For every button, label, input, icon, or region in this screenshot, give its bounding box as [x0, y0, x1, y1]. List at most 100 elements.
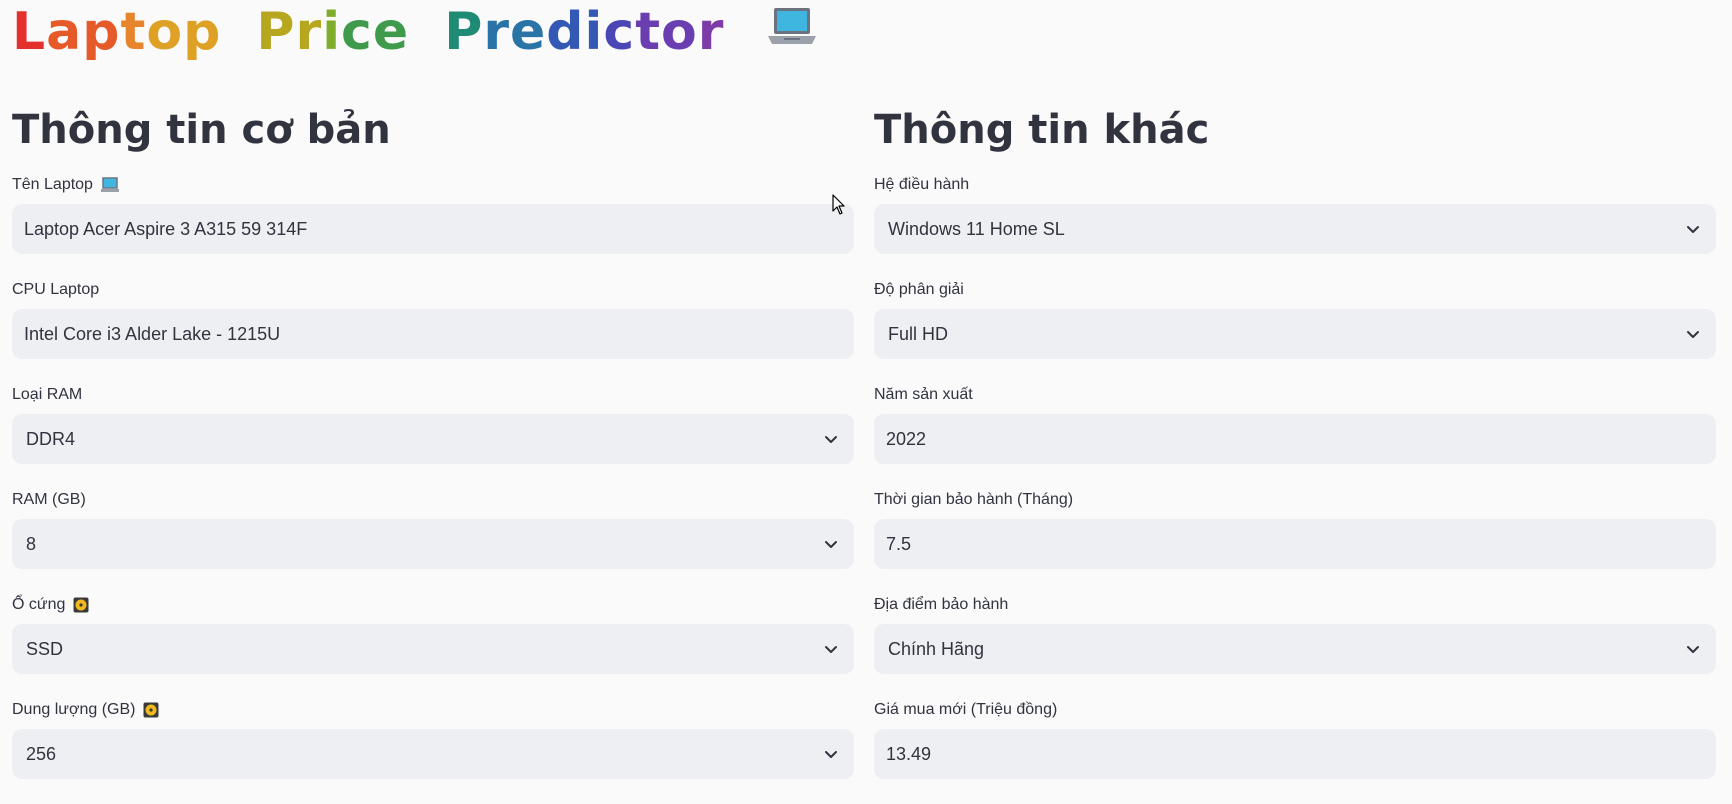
page-title: Laptop Price Predictor: [12, 2, 818, 65]
input-value: 2022: [886, 428, 927, 449]
title-char: e: [372, 2, 410, 62]
field-label-text: Thời gian bảo hành (Tháng): [874, 491, 1074, 508]
input-value: 7.5: [886, 533, 912, 554]
title-letter: Price: [256, 2, 409, 62]
other-info-heading: Thông tin khác: [874, 107, 1210, 153]
field-label-text: Giá mua mới (Triệu đồng): [874, 701, 1058, 718]
title-char: t: [635, 2, 662, 62]
title-char: o: [146, 2, 184, 62]
title-char: c: [341, 2, 373, 62]
select-value: 256: [26, 743, 57, 764]
field-label-text: Địa điểm bảo hành: [874, 596, 1009, 613]
title-char: L: [12, 2, 47, 62]
select-value: SSD: [26, 638, 64, 659]
disk-emoji-icon: [73, 597, 89, 613]
warranty-location-field: Địa điểm bảo hành Chính Hãng: [874, 594, 1716, 699]
mouse-cursor-icon: [832, 194, 846, 221]
title-char: r: [483, 2, 511, 62]
field-label-text: RAM (GB): [12, 491, 86, 508]
laptop-emoji-icon: [100, 177, 119, 193]
title-char: P: [444, 2, 484, 62]
title-char: a: [46, 2, 83, 62]
field-label: Ổ cứng: [12, 594, 854, 616]
warranty-months-input[interactable]: 7.5: [874, 519, 1716, 569]
cpu-field: CPU Laptop Intel Core i3 Alder Lake - 12…: [12, 279, 854, 384]
manufacture-year-input[interactable]: 2022: [874, 414, 1716, 464]
field-label: Loại RAM: [12, 384, 854, 406]
laptop-name-field: Tên Laptop Laptop Acer Aspire 3 A315 59 …: [12, 174, 854, 279]
field-label-text: Dung lượng (GB): [12, 701, 136, 718]
title-char: i: [584, 2, 604, 62]
storage-type-select[interactable]: SSD: [12, 624, 854, 674]
ram-type-select[interactable]: DDR4: [12, 414, 854, 464]
field-label: RAM (GB): [12, 489, 854, 511]
title-char: P: [256, 2, 296, 62]
warranty-months-field: Thời gian bảo hành (Tháng) 7.5: [874, 489, 1716, 594]
title-char: t: [120, 2, 147, 62]
laptop-emoji-icon: [766, 0, 818, 59]
ram-size-field: RAM (GB) 8: [12, 489, 854, 594]
other-info-column: Thông tin khác Hệ điều hành Windows 11 H…: [874, 100, 1716, 804]
field-label-text: Độ phân giải: [874, 281, 964, 298]
title-word-price: Price: [256, 2, 428, 62]
chevron-down-icon[interactable]: [822, 535, 840, 553]
resolution-field: Độ phân giải Full HD: [874, 279, 1716, 384]
title-char: p: [82, 2, 121, 62]
input-value: 13.49: [886, 743, 932, 764]
chevron-down-icon[interactable]: [1684, 220, 1702, 238]
field-label: Tên Laptop: [12, 174, 854, 196]
select-value: Windows 11 Home SL: [888, 218, 1065, 239]
title-char: c: [603, 2, 636, 62]
laptop-name-input[interactable]: Laptop Acer Aspire 3 A315 59 314F: [12, 204, 854, 254]
title-letter: Laptop: [12, 2, 221, 62]
title-word-laptop: Laptop: [12, 2, 240, 62]
basic-info-column: Thông tin cơ bản Tên Laptop Laptop Acer …: [12, 100, 854, 804]
field-label-text: Loại RAM: [12, 386, 83, 403]
chevron-down-icon[interactable]: [1684, 640, 1702, 658]
new-price-input[interactable]: 13.49: [874, 729, 1716, 779]
basic-info-heading: Thông tin cơ bản: [12, 107, 391, 153]
select-value: Full HD: [888, 323, 949, 344]
title-char: o: [661, 2, 698, 62]
field-label: Độ phân giải: [874, 279, 1716, 301]
title-letter: Predictor: [444, 2, 724, 62]
os-field: Hệ điều hành Windows 11 Home SL: [874, 174, 1716, 279]
input-value: Laptop Acer Aspire 3 A315 59 314F: [24, 218, 308, 239]
warranty-location-select[interactable]: Chính Hãng: [874, 624, 1716, 674]
manufacture-year-field: Năm sản xuất 2022: [874, 384, 1716, 489]
field-label: Hệ điều hành: [874, 174, 1716, 196]
field-label: Địa điểm bảo hành: [874, 594, 1716, 616]
resolution-select[interactable]: Full HD: [874, 309, 1716, 359]
field-label-text: Tên Laptop: [12, 176, 93, 193]
ram-type-field: Loại RAM DDR4: [12, 384, 854, 489]
chevron-down-icon[interactable]: [822, 640, 840, 658]
os-select[interactable]: Windows 11 Home SL: [874, 204, 1716, 254]
ram-size-select[interactable]: 8: [12, 519, 854, 569]
chevron-down-icon[interactable]: [1684, 325, 1702, 343]
storage-capacity-field: Dung lượng (GB) 256: [12, 699, 854, 804]
storage-capacity-select[interactable]: 256: [12, 729, 854, 779]
new-price-field: Giá mua mới (Triệu đồng) 13.49: [874, 699, 1716, 804]
title-char: p: [183, 2, 222, 62]
title-char: d: [546, 2, 585, 62]
field-label: Giá mua mới (Triệu đồng): [874, 699, 1716, 721]
field-label-text: Năm sản xuất: [874, 386, 973, 403]
field-label-text: Ổ cứng: [12, 596, 66, 613]
field-label: CPU Laptop: [12, 279, 854, 301]
field-label: Năm sản xuất: [874, 384, 1716, 406]
field-label: Thời gian bảo hành (Tháng): [874, 489, 1716, 511]
field-label: Dung lượng (GB): [12, 699, 854, 721]
input-value: Intel Core i3 Alder Lake - 1215U: [24, 323, 281, 344]
title-char: e: [510, 2, 547, 62]
chevron-down-icon[interactable]: [822, 430, 840, 448]
select-value: Chính Hãng: [888, 638, 985, 659]
field-label-text: Hệ điều hành: [874, 176, 970, 193]
storage-type-field: Ổ cứng SSD: [12, 594, 854, 699]
title-word-predictor: Predictor: [444, 2, 743, 62]
select-value: 8: [26, 533, 37, 554]
cpu-input[interactable]: Intel Core i3 Alder Lake - 1215U: [12, 309, 854, 359]
chevron-down-icon[interactable]: [822, 745, 840, 763]
select-value: DDR4: [26, 428, 76, 449]
title-char: r: [697, 2, 725, 62]
field-label-text: CPU Laptop: [12, 281, 100, 298]
